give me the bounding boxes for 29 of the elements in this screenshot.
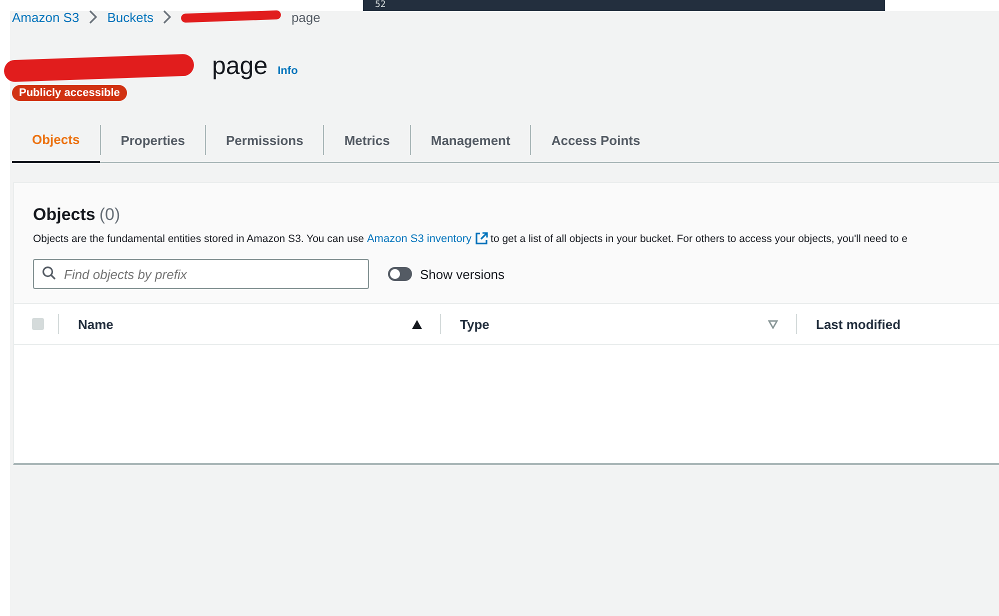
- select-all-checkbox[interactable]: [32, 318, 44, 330]
- object-count: (0): [99, 205, 120, 225]
- chevron-icon: [88, 10, 98, 24]
- description-text: to get a list of all objects in your bucket. For others to access your objects, you'll need to e: [490, 232, 908, 244]
- chevron-icon: [162, 10, 172, 24]
- tab[interactable]: Permissions: [206, 118, 324, 162]
- external-link-icon: [474, 232, 488, 245]
- tab[interactable]: Metrics: [324, 118, 410, 162]
- column-header[interactable]: Type: [460, 316, 490, 332]
- panel-title: Objects: [33, 205, 96, 225]
- column-header[interactable]: Last modified: [816, 316, 901, 332]
- breadcrumb-link[interactable]: Amazon S3: [12, 10, 80, 24]
- tab[interactable]: Access Points: [531, 118, 660, 162]
- description-text: Objects are the fundamental entities stored in Amazon S3. You can use: [33, 232, 364, 244]
- bucket-title: page: [212, 51, 268, 81]
- search-field[interactable]: Find objects by prefix: [33, 259, 369, 289]
- sort-icon[interactable]: [768, 320, 778, 328]
- breadcrumb-link[interactable]: Buckets: [107, 10, 154, 24]
- tab[interactable]: Management: [410, 118, 530, 162]
- status-badge: Publicly accessible: [12, 85, 127, 101]
- tab[interactable]: Properties: [100, 118, 205, 162]
- info-link[interactable]: Info: [278, 65, 298, 77]
- breadcrumb-current: page: [181, 10, 320, 24]
- line-number: 52: [375, 0, 386, 11]
- toggle-switch[interactable]: [388, 267, 412, 281]
- toggle-label: Show versions: [420, 266, 505, 282]
- column-header[interactable]: Name: [78, 316, 114, 332]
- sort-ascending-icon[interactable]: [412, 320, 422, 328]
- inventory-link[interactable]: Amazon S3 inventory: [366, 232, 472, 244]
